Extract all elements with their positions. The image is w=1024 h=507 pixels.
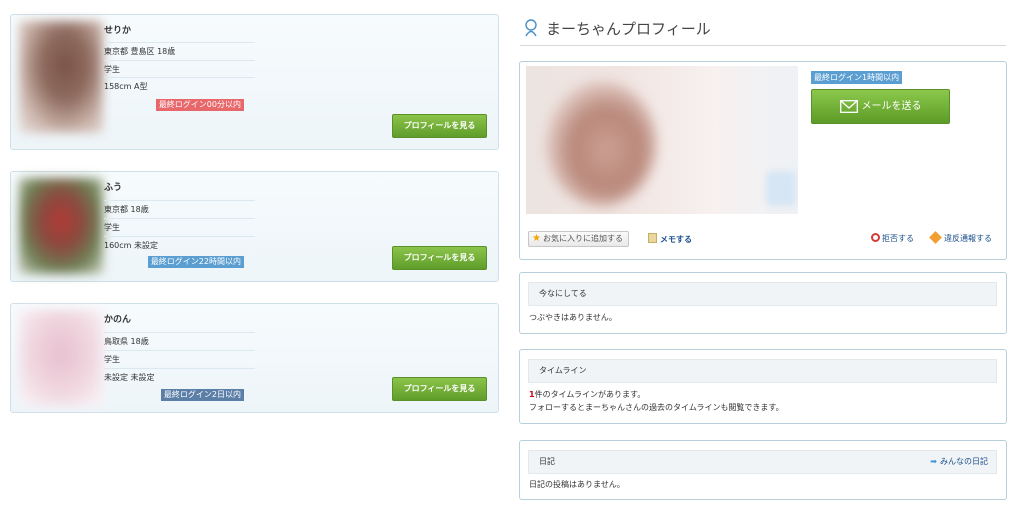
- add-favorite-label: お気に入りに追加する: [542, 234, 623, 243]
- user-location-age: 東京都 豊島区 18歳: [104, 42, 255, 59]
- user-card: かのん 鳥取県 18歳 学生 未設定 未設定 最終ログイン2日以内 プロフィール…: [10, 303, 499, 413]
- user-photo[interactable]: [19, 21, 103, 133]
- now-section: 今なにしてる つぶやきはありません。: [519, 272, 1007, 334]
- user-location-age: 鳥取県 18歳: [104, 332, 255, 349]
- page-title: まーちゃんプロフィール: [546, 20, 711, 38]
- diary-section-header: 日記 ➡ みんなの日記: [528, 450, 997, 474]
- profile-photo[interactable]: [526, 66, 798, 214]
- last-login-badge: 最終ログイン2日以内: [160, 389, 244, 401]
- user-occupation: 学生: [104, 350, 255, 367]
- timeline-count-text: 1件のタイムラインがあります。: [529, 389, 645, 400]
- send-mail-button[interactable]: メールを送る: [811, 89, 950, 124]
- user-occupation: 学生: [104, 218, 255, 235]
- everyones-diary-label: みんなの日記: [940, 457, 988, 466]
- user-name[interactable]: せりか: [104, 23, 131, 36]
- user-name[interactable]: かのん: [104, 312, 131, 325]
- last-login-badge: 最終ログイン00分以内: [155, 99, 244, 111]
- profile-person-icon: [525, 19, 537, 37]
- timeline-note: フォローするとまーちゃんさんの過去のタイムラインも閲覧できます。: [529, 403, 784, 412]
- user-occupation: 学生: [104, 60, 255, 77]
- user-height-blood: 160cm 未設定: [104, 236, 255, 253]
- star-icon: ★: [532, 233, 541, 244]
- last-login-badge: 最終ログイン1時間以内: [811, 71, 903, 84]
- block-label: 拒否する: [882, 234, 914, 243]
- user-location-age: 東京都 18歳: [104, 200, 255, 217]
- report-label: 違反通報する: [944, 234, 992, 243]
- memo-link[interactable]: メモする: [648, 233, 692, 245]
- view-profile-button[interactable]: プロフィールを見る: [392, 246, 487, 270]
- now-section-title: 今なにしてる: [528, 282, 997, 306]
- profile-main-box: 最終ログイン1時間以内 メールを送る ★ お気に入りに追加する メモする 拒否する…: [519, 61, 1007, 260]
- user-card: せりか 東京都 豊島区 18歳 学生 158cm A型 最終ログイン00分以内 …: [10, 14, 499, 150]
- diary-section-text: 日記の投稿はありません。: [529, 480, 625, 489]
- user-height-blood: 158cm A型: [104, 77, 255, 94]
- user-height-blood: 未設定 未設定: [104, 368, 255, 385]
- everyones-diary-link[interactable]: ➡ みんなの日記: [930, 451, 988, 473]
- envelope-icon: [839, 99, 858, 113]
- report-link[interactable]: 違反通報する: [929, 231, 992, 244]
- timeline-section-title: タイムライン: [528, 359, 997, 383]
- block-icon: [871, 233, 880, 242]
- timeline-section: タイムライン 1件のタイムラインがあります。 フォローするとまーちゃんさんの過去…: [519, 349, 1007, 424]
- arrow-right-icon: ➡: [930, 457, 937, 466]
- view-profile-button[interactable]: プロフィールを見る: [392, 377, 487, 401]
- user-photo[interactable]: [19, 178, 103, 274]
- diary-section: 日記 ➡ みんなの日記 日記の投稿はありません。: [519, 440, 1007, 500]
- user-photo[interactable]: [19, 310, 103, 406]
- warning-icon: [929, 231, 942, 244]
- user-card: ふう 東京都 18歳 学生 160cm 未設定 最終ログイン22時間以内 プロフ…: [10, 171, 499, 282]
- profile-header: まーちゃんプロフィール: [520, 14, 1006, 46]
- last-login-badge: 最終ログイン22時間以内: [147, 256, 244, 268]
- block-link[interactable]: 拒否する: [871, 233, 914, 244]
- timeline-count-suffix: 件のタイムラインがあります。: [534, 390, 646, 399]
- memo-label: メモする: [660, 235, 692, 244]
- memo-icon: [648, 233, 657, 243]
- user-name[interactable]: ふう: [104, 180, 122, 193]
- view-profile-button[interactable]: プロフィールを見る: [392, 114, 487, 138]
- now-section-text: つぶやきはありません。: [529, 313, 617, 322]
- add-favorite-button[interactable]: ★ お気に入りに追加する: [528, 231, 629, 247]
- send-mail-label: メールを送る: [861, 101, 922, 112]
- diary-section-title: 日記: [539, 457, 555, 466]
